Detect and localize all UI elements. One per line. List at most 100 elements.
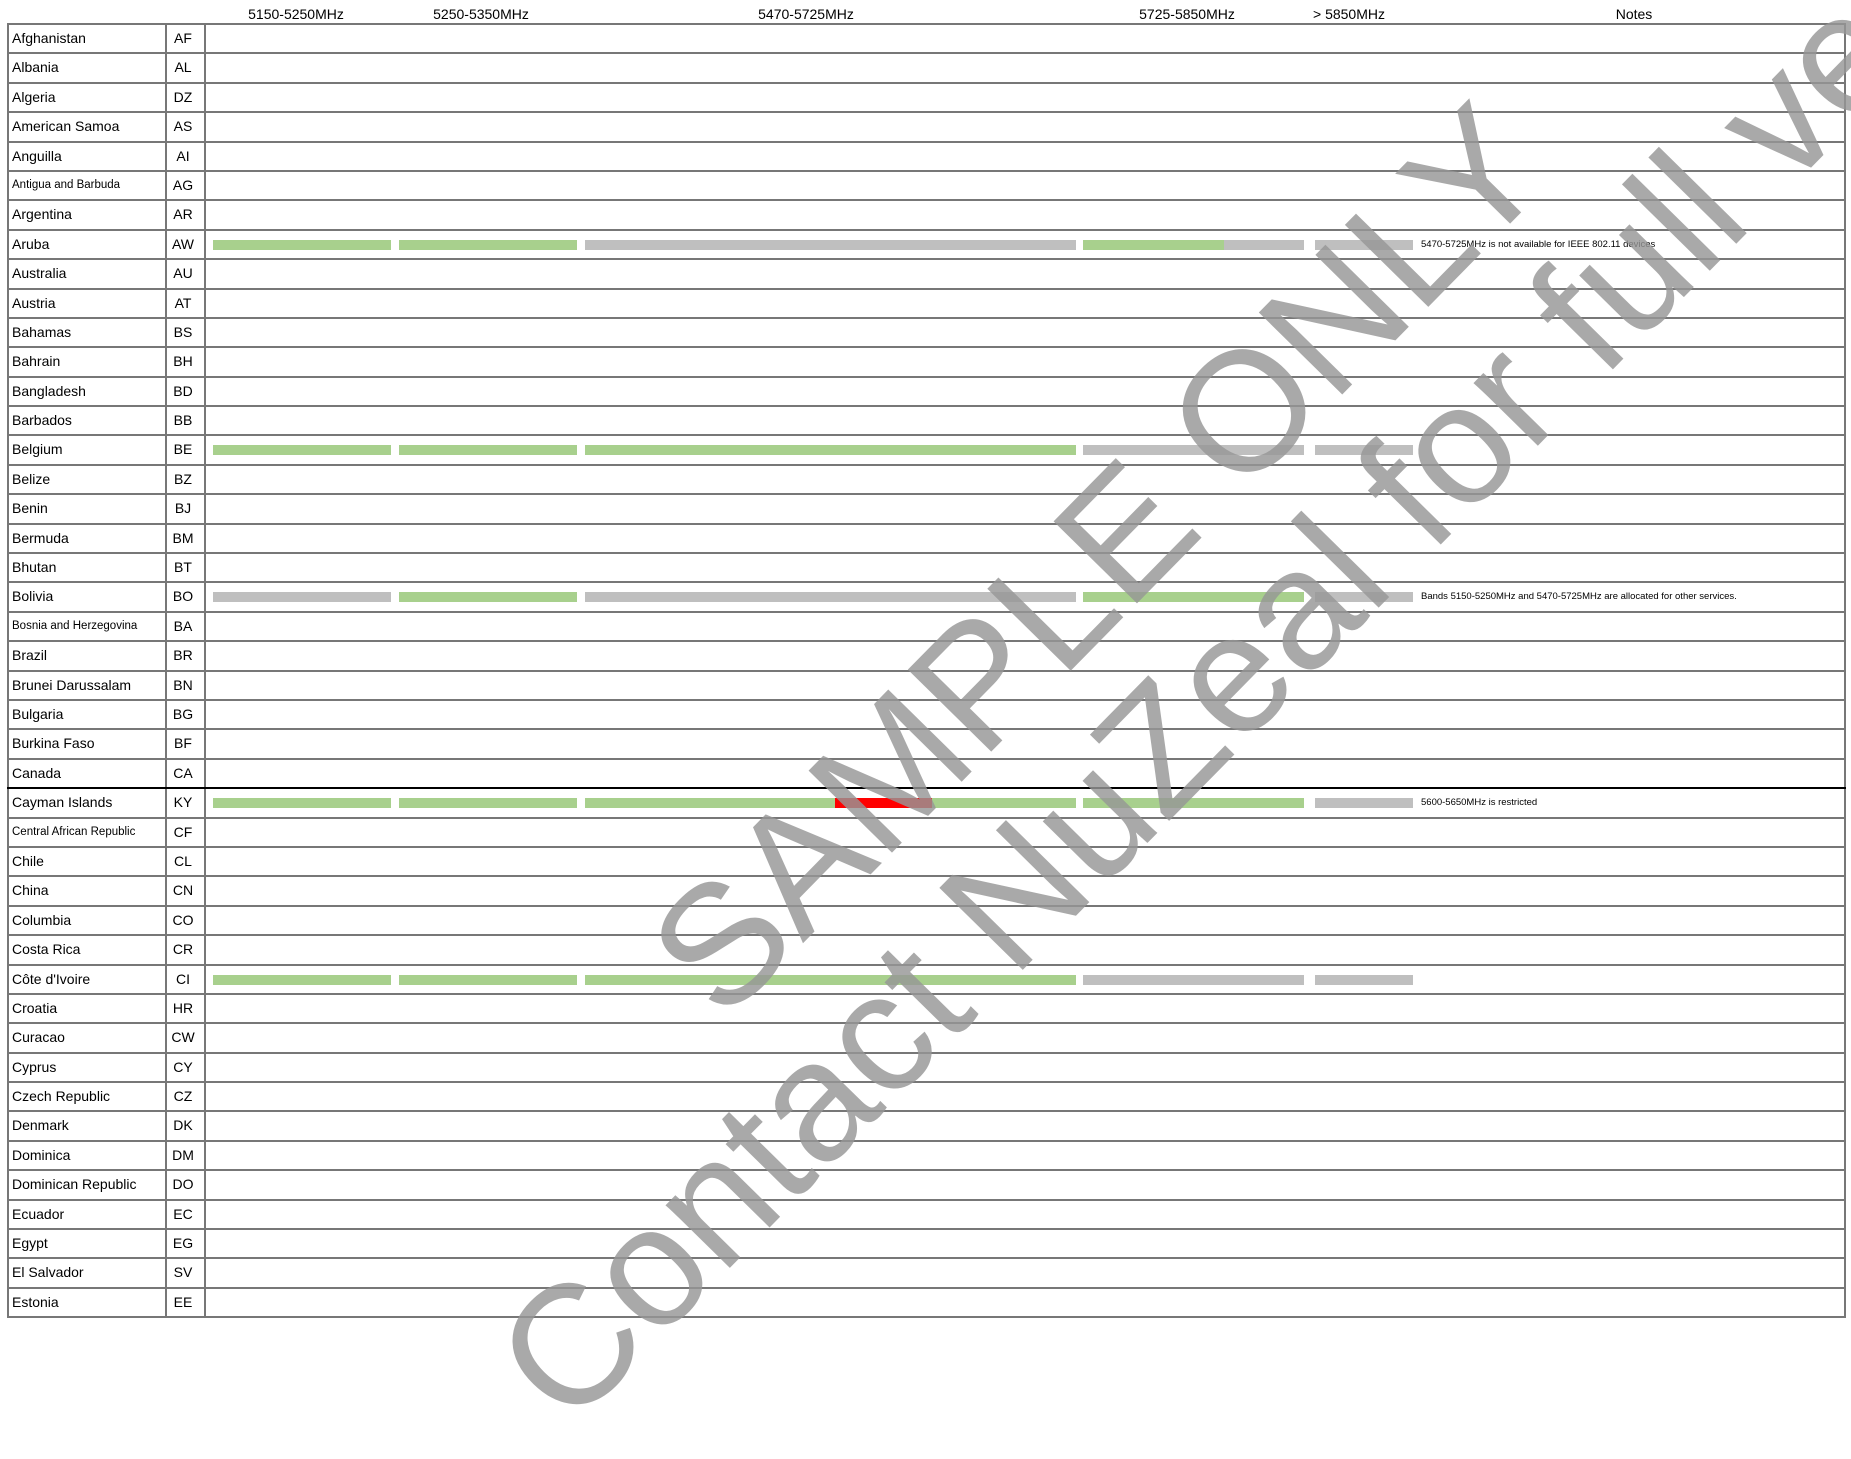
- country-name: Egypt: [7, 1230, 167, 1258]
- band-segment-allowed: [399, 592, 577, 603]
- country-code: BD: [162, 377, 206, 406]
- header-notes: Notes: [1615, 6, 1653, 22]
- country-name: Central African Republic: [7, 818, 167, 846]
- band-cell: [206, 1200, 1846, 1229]
- band-cell: [206, 1259, 1846, 1287]
- table-row: American Samoa AS: [7, 113, 1846, 143]
- table-row: Czech Republic CZ: [7, 1083, 1846, 1113]
- country-code: CR: [162, 936, 206, 964]
- country-code: BA: [162, 612, 206, 641]
- table-row: Cayman Islands KY 5600-5650MHz is restrict…: [7, 789, 1846, 819]
- country-name: Bhutan: [7, 554, 167, 582]
- country-name: Argentina: [7, 201, 167, 229]
- table-row: Costa Rica CR: [7, 936, 1846, 966]
- band-segment-restricted: [835, 798, 932, 809]
- table-row: Chile CL: [7, 847, 1846, 878]
- country-code: CZ: [162, 1083, 206, 1111]
- table-row: Barbados BB: [7, 407, 1846, 437]
- country-name: China: [7, 877, 167, 905]
- band-cell: [206, 1053, 1846, 1082]
- table-row: Ecuador EC: [7, 1200, 1846, 1231]
- country-code: BS: [162, 318, 206, 347]
- country-name: Burkina Faso: [7, 730, 167, 758]
- table-row: Afghanistan AF: [7, 25, 1846, 55]
- country-code: CF: [162, 818, 206, 846]
- band-segment-other: [1315, 445, 1413, 456]
- band-segment-allowed: [213, 798, 391, 809]
- band-cell: [206, 906, 1846, 935]
- country-code: SV: [162, 1259, 206, 1287]
- country-name: Albania: [7, 54, 167, 82]
- band-segment-allowed: [1083, 239, 1225, 250]
- country-code: CA: [162, 759, 206, 788]
- table-row: Bolivia BO Bands 5150-5250MHz and 5470-572…: [7, 583, 1846, 613]
- country-code: CI: [162, 965, 206, 993]
- country-code: BF: [162, 730, 206, 758]
- band-segment-allowed: [213, 239, 391, 250]
- table-row: Dominican Republic DO: [7, 1171, 1846, 1201]
- table-row: Antigua and Barbuda AG: [7, 171, 1846, 202]
- country-code: AU: [162, 260, 206, 288]
- table-row: Central African Republic CF: [7, 818, 1846, 848]
- table-row: Burkina Faso BF: [7, 730, 1846, 760]
- country-name: American Samoa: [7, 113, 167, 141]
- band-cell: [206, 1288, 1846, 1317]
- table-row: Denmark DK: [7, 1112, 1846, 1142]
- table-row: Brunei Darussalam BN: [7, 671, 1846, 701]
- band-segment-allowed: [213, 974, 391, 985]
- country-code: BE: [162, 436, 206, 464]
- band-cell: [206, 642, 1846, 670]
- band-cell: [206, 700, 1846, 729]
- country-code: BG: [162, 700, 206, 729]
- band-segment-other: [585, 239, 1076, 250]
- country-code: CL: [162, 847, 206, 876]
- band-cell: [206, 260, 1846, 288]
- table-row: Belize BZ: [7, 465, 1846, 496]
- country-code: EC: [162, 1200, 206, 1229]
- table-row: China CN: [7, 877, 1846, 907]
- country-code: HR: [162, 994, 206, 1023]
- band-segment-other: [1315, 592, 1413, 603]
- country-code: CW: [162, 1024, 206, 1052]
- country-name: Afghanistan: [7, 25, 167, 53]
- table-row: Côte d'Ivoire CI: [7, 965, 1846, 995]
- country-code: DO: [162, 1171, 206, 1199]
- band-segment-allowed: [399, 239, 577, 250]
- band-segment-allowed: [213, 445, 391, 456]
- table-row: Bhutan BT: [7, 554, 1846, 584]
- band-cell: [206, 142, 1846, 170]
- country-code: CN: [162, 877, 206, 905]
- country-name: Bahamas: [7, 318, 167, 347]
- country-name: Columbia: [7, 906, 167, 935]
- band-cell: [206, 495, 1846, 523]
- country-code: BO: [162, 583, 206, 611]
- header-above-5850: > 5850MHz: [1313, 6, 1385, 22]
- table-row: Egypt EG: [7, 1230, 1846, 1260]
- country-name: Bahrain: [7, 348, 167, 376]
- country-name: Chile: [7, 847, 167, 876]
- country-code: BN: [162, 671, 206, 699]
- country-name: Aruba: [7, 230, 167, 259]
- table-row: Aruba AW 5470-5725MHz is not available for…: [7, 230, 1846, 261]
- row-note: 5470-5725MHz is not available for IEEE 8…: [1421, 238, 1656, 250]
- country-name: Australia: [7, 260, 167, 288]
- country-code: AG: [162, 171, 206, 200]
- country-name: Bosnia and Herzegovina: [7, 612, 167, 641]
- country-name: Antigua and Barbuda: [7, 171, 167, 200]
- band-segment-other: [1315, 974, 1413, 985]
- band-segment-allowed: [399, 798, 577, 809]
- band-segment-other: [1083, 445, 1304, 456]
- row-note: 5600-5650MHz is restricted: [1421, 797, 1538, 809]
- country-name: Ecuador: [7, 1200, 167, 1229]
- band-cell: [206, 465, 1846, 494]
- band-segment-allowed: [585, 445, 1076, 456]
- band-cell: [206, 201, 1846, 229]
- table-row: Belgium BE: [7, 436, 1846, 466]
- band-cell: [206, 348, 1846, 376]
- country-name: Costa Rica: [7, 936, 167, 964]
- band-cell: 5600-5650MHz is restricted: [206, 789, 1846, 817]
- header-5150-5250: 5150-5250MHz: [248, 6, 344, 22]
- country-code: AT: [162, 289, 206, 317]
- country-code: BM: [162, 524, 206, 553]
- country-name: Benin: [7, 495, 167, 523]
